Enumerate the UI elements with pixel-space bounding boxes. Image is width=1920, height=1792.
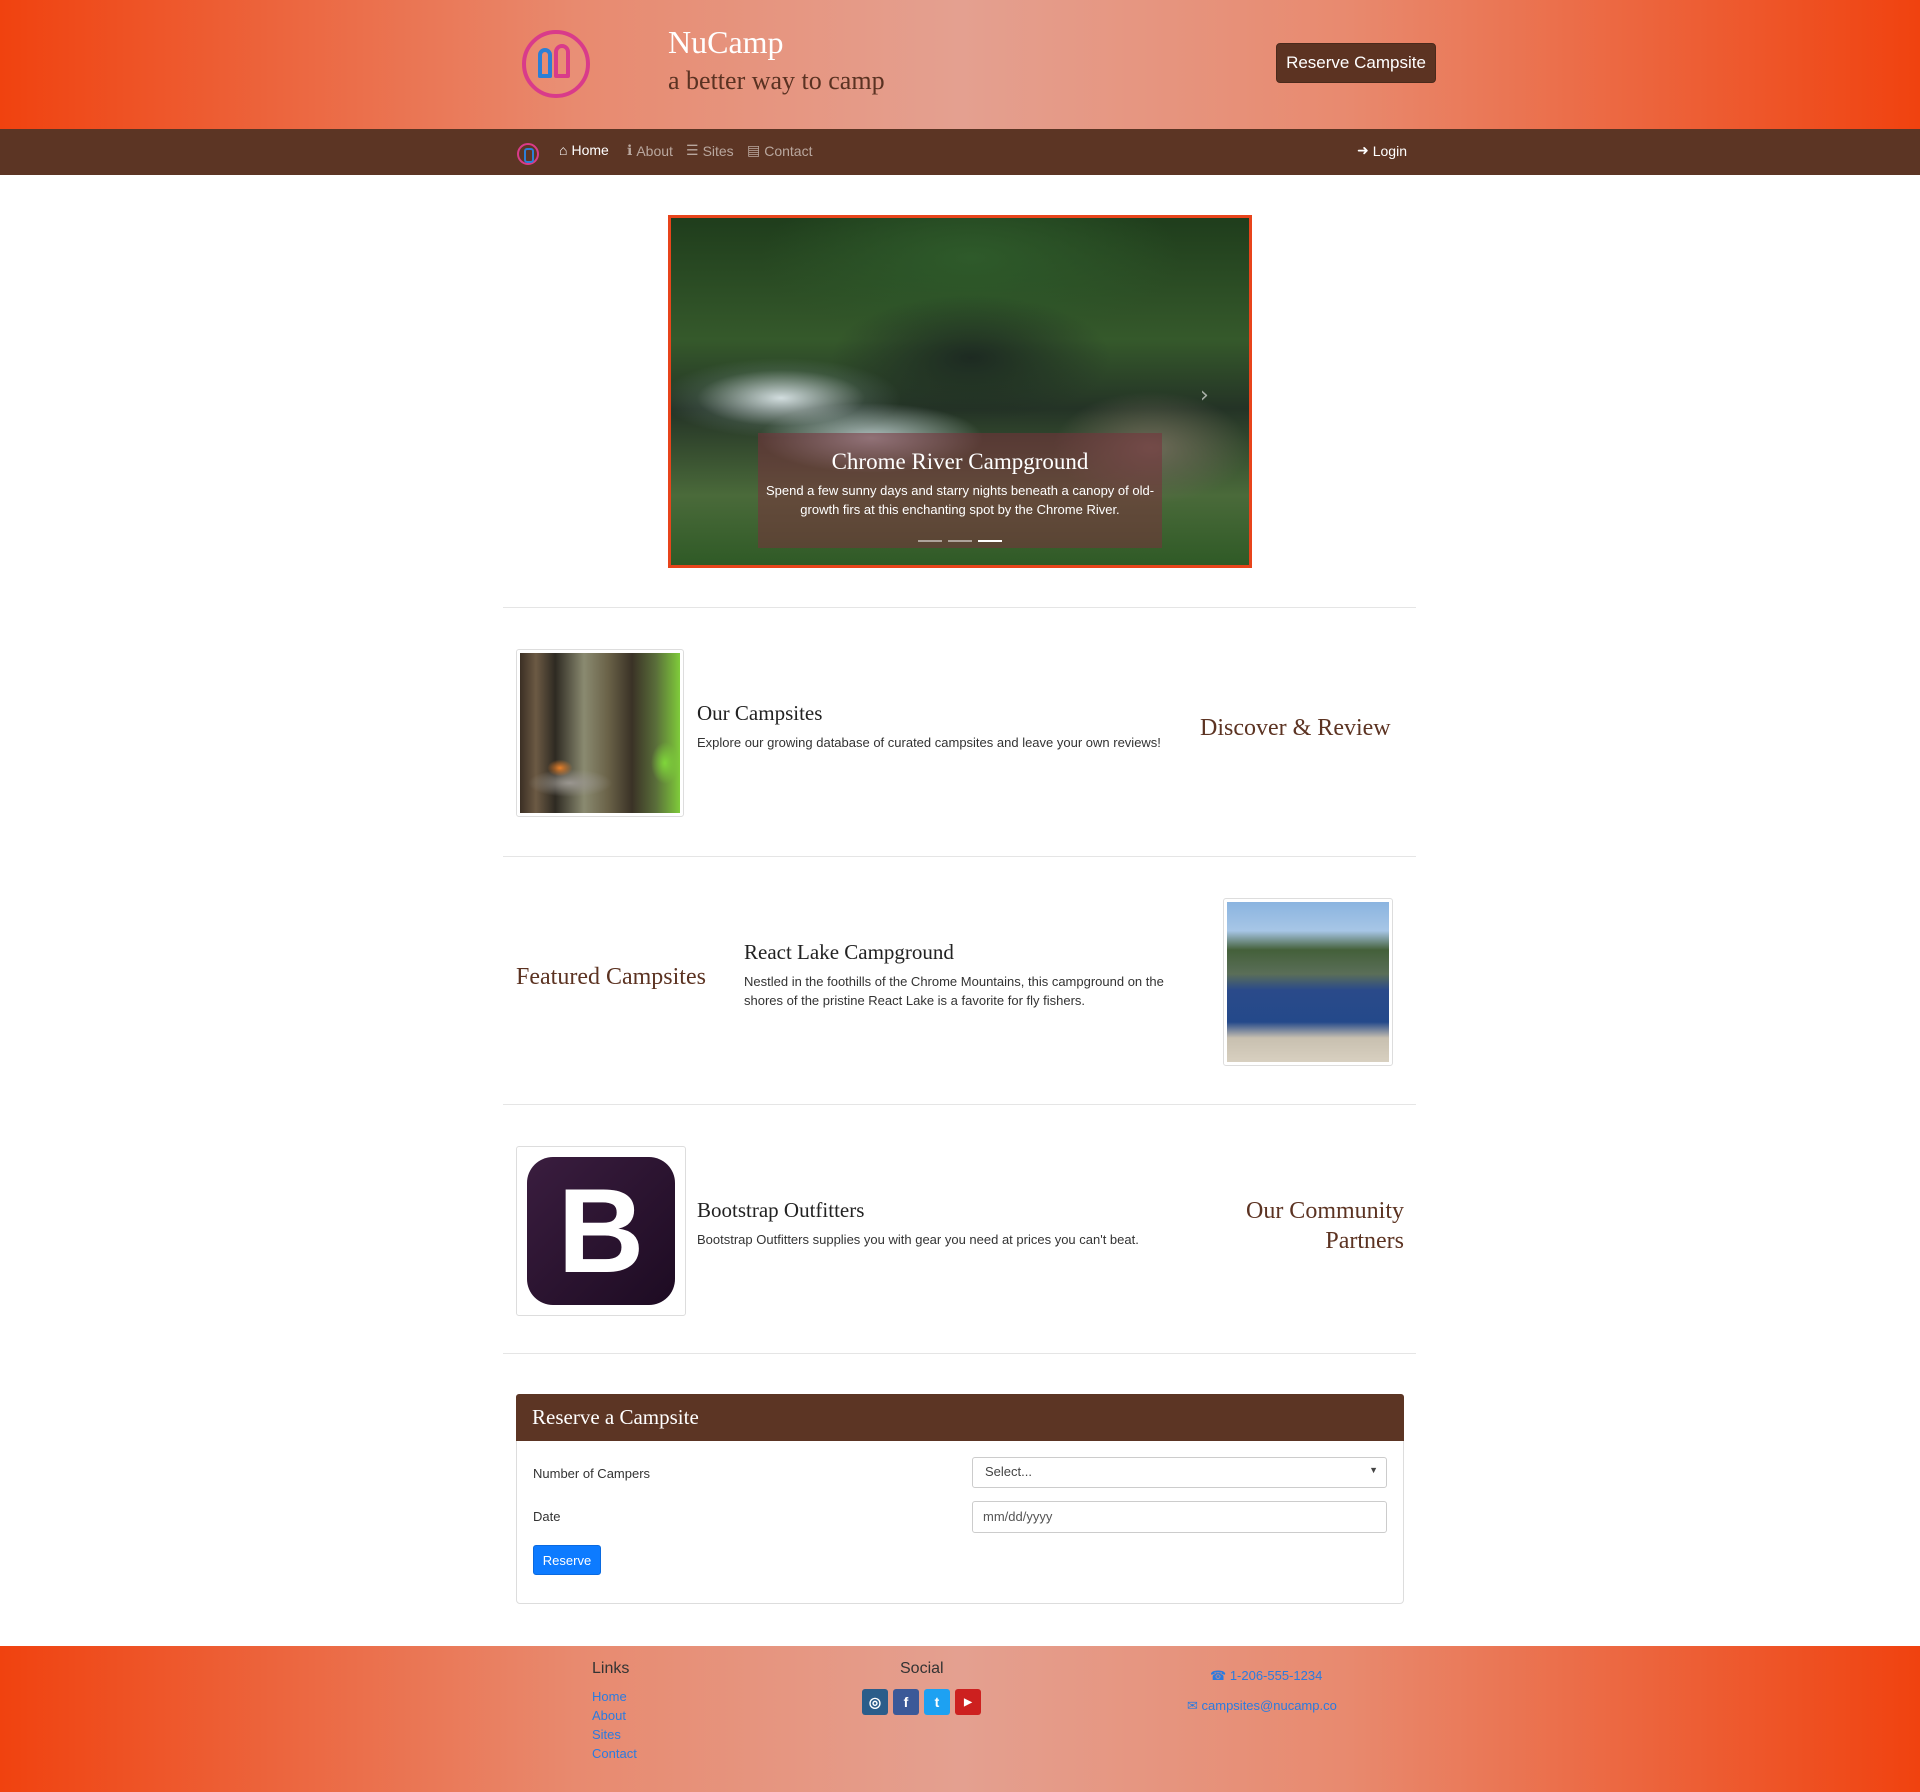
footer-email-link[interactable]: ✉ campsites@nucamp.co <box>1187 1698 1337 1714</box>
nav-item-label: Home <box>571 142 609 158</box>
row-text: Nestled in the foothills of the Chrome M… <box>744 974 1164 1008</box>
campers-select-value: Select... <box>985 1464 1032 1479</box>
home-icon: ⌂ <box>559 142 568 158</box>
envelope-icon: ✉ <box>1187 1698 1202 1713</box>
row-title: Bootstrap Outfitters <box>697 1198 865 1222</box>
campers-select[interactable]: Select... ▼ <box>972 1457 1387 1488</box>
list-icon: ☰ <box>686 142 699 158</box>
side-heading-line: Partners <box>1325 1228 1404 1254</box>
divider <box>503 607 1416 608</box>
footer <box>0 1646 1920 1792</box>
sign-in-icon: ➜ <box>1357 142 1369 158</box>
reserve-submit-button[interactable]: Reserve <box>533 1545 601 1575</box>
caption-text: Spend a few sunny days and starry nights… <box>765 483 1155 517</box>
footer-link-about[interactable]: About <box>592 1708 626 1723</box>
lake-image <box>1227 902 1389 1062</box>
row-text: Bootstrap Outfitters supplies you with g… <box>697 1232 1139 1247</box>
side-heading: Our Community Partners <box>1150 1196 1404 1256</box>
carousel-indicator[interactable] <box>948 540 972 542</box>
youtube-icon[interactable]: ▶ <box>955 1689 981 1715</box>
brand-subtitle: a better way to camp <box>668 66 885 95</box>
carousel-indicator-active[interactable] <box>978 540 1002 542</box>
carousel-indicators <box>918 540 1002 542</box>
nav-item-home[interactable]: ⌂ Home <box>559 142 609 158</box>
divider <box>503 856 1416 857</box>
date-input[interactable]: mm/dd/yyyy <box>972 1501 1387 1533</box>
reserve-campsite-button[interactable]: Reserve Campsite <box>1276 43 1436 83</box>
nucamp-logo-icon <box>522 30 590 98</box>
side-heading: Discover & Review <box>1200 715 1391 741</box>
nav-item-about[interactable]: ℹ About <box>627 142 673 159</box>
nav-item-label: Contact <box>764 142 813 159</box>
brand-title: NuCamp <box>668 24 784 60</box>
footer-phone-link[interactable]: ☎ 1-206-555-1234 <box>1210 1668 1322 1684</box>
nav-item-sites[interactable]: ☰ Sites <box>686 142 734 159</box>
partner-thumbnail: B <box>516 1146 686 1316</box>
footer-links-heading: Links <box>592 1660 630 1677</box>
instagram-icon[interactable]: ◎ <box>862 1689 888 1715</box>
divider <box>503 1353 1416 1354</box>
navbar: ⌂ Home ℹ About ☰ Sites ▤ Contact ➜ Login <box>0 129 1920 175</box>
row-text: Explore our growing database of curated … <box>697 735 1161 750</box>
nav-item-label: About <box>636 142 673 159</box>
side-heading-line: Our Community <box>1245 1198 1404 1224</box>
row-title: React Lake Campground <box>744 940 954 964</box>
campers-label: Number of Campers <box>533 1466 651 1481</box>
caret-down-icon: ▼ <box>1369 1465 1378 1475</box>
facebook-icon[interactable]: f <box>893 1689 919 1715</box>
date-placeholder: mm/dd/yyyy <box>983 1509 1053 1524</box>
campsite-thumbnail <box>516 649 684 817</box>
lake-thumbnail <box>1223 898 1393 1066</box>
carousel-caption: Chrome River Campground Spend a few sunn… <box>758 433 1162 548</box>
campfire-image <box>520 653 680 813</box>
twitter-icon[interactable]: t <box>924 1689 950 1715</box>
nav-item-label: Sites <box>702 142 734 159</box>
carousel-indicator[interactable] <box>918 540 942 542</box>
footer-link-contact[interactable]: Contact <box>592 1746 637 1761</box>
phone-icon: ☎ <box>1210 1668 1230 1683</box>
row-title: Our Campsites <box>697 701 823 725</box>
footer-social-heading: Social <box>900 1660 944 1677</box>
footer-link-sites[interactable]: Sites <box>592 1727 621 1742</box>
address-card-icon: ▤ <box>747 142 761 158</box>
reserve-card-title: Reserve a Campsite <box>516 1394 1404 1441</box>
caption-title: Chrome River Campground <box>831 449 1089 474</box>
carousel-next-icon[interactable]: › <box>1200 383 1209 408</box>
side-heading: Featured Campsites <box>516 964 706 990</box>
divider <box>503 1104 1416 1105</box>
date-label: Date <box>533 1509 561 1524</box>
login-label: Login <box>1372 142 1407 159</box>
bootstrap-logo-icon: B <box>527 1157 675 1305</box>
nav-logo-icon[interactable] <box>517 143 539 165</box>
header-jumbotron: NuCamp a better way to camp Reserve Camp… <box>0 0 1920 129</box>
login-link[interactable]: ➜ Login <box>1357 142 1407 159</box>
email-text: campsites@nucamp.co <box>1201 1698 1337 1713</box>
nav-item-contact[interactable]: ▤ Contact <box>747 142 812 159</box>
info-icon: ℹ <box>627 142 633 158</box>
footer-link-home[interactable]: Home <box>592 1689 627 1704</box>
phone-text: 1-206-555-1234 <box>1229 1668 1323 1683</box>
